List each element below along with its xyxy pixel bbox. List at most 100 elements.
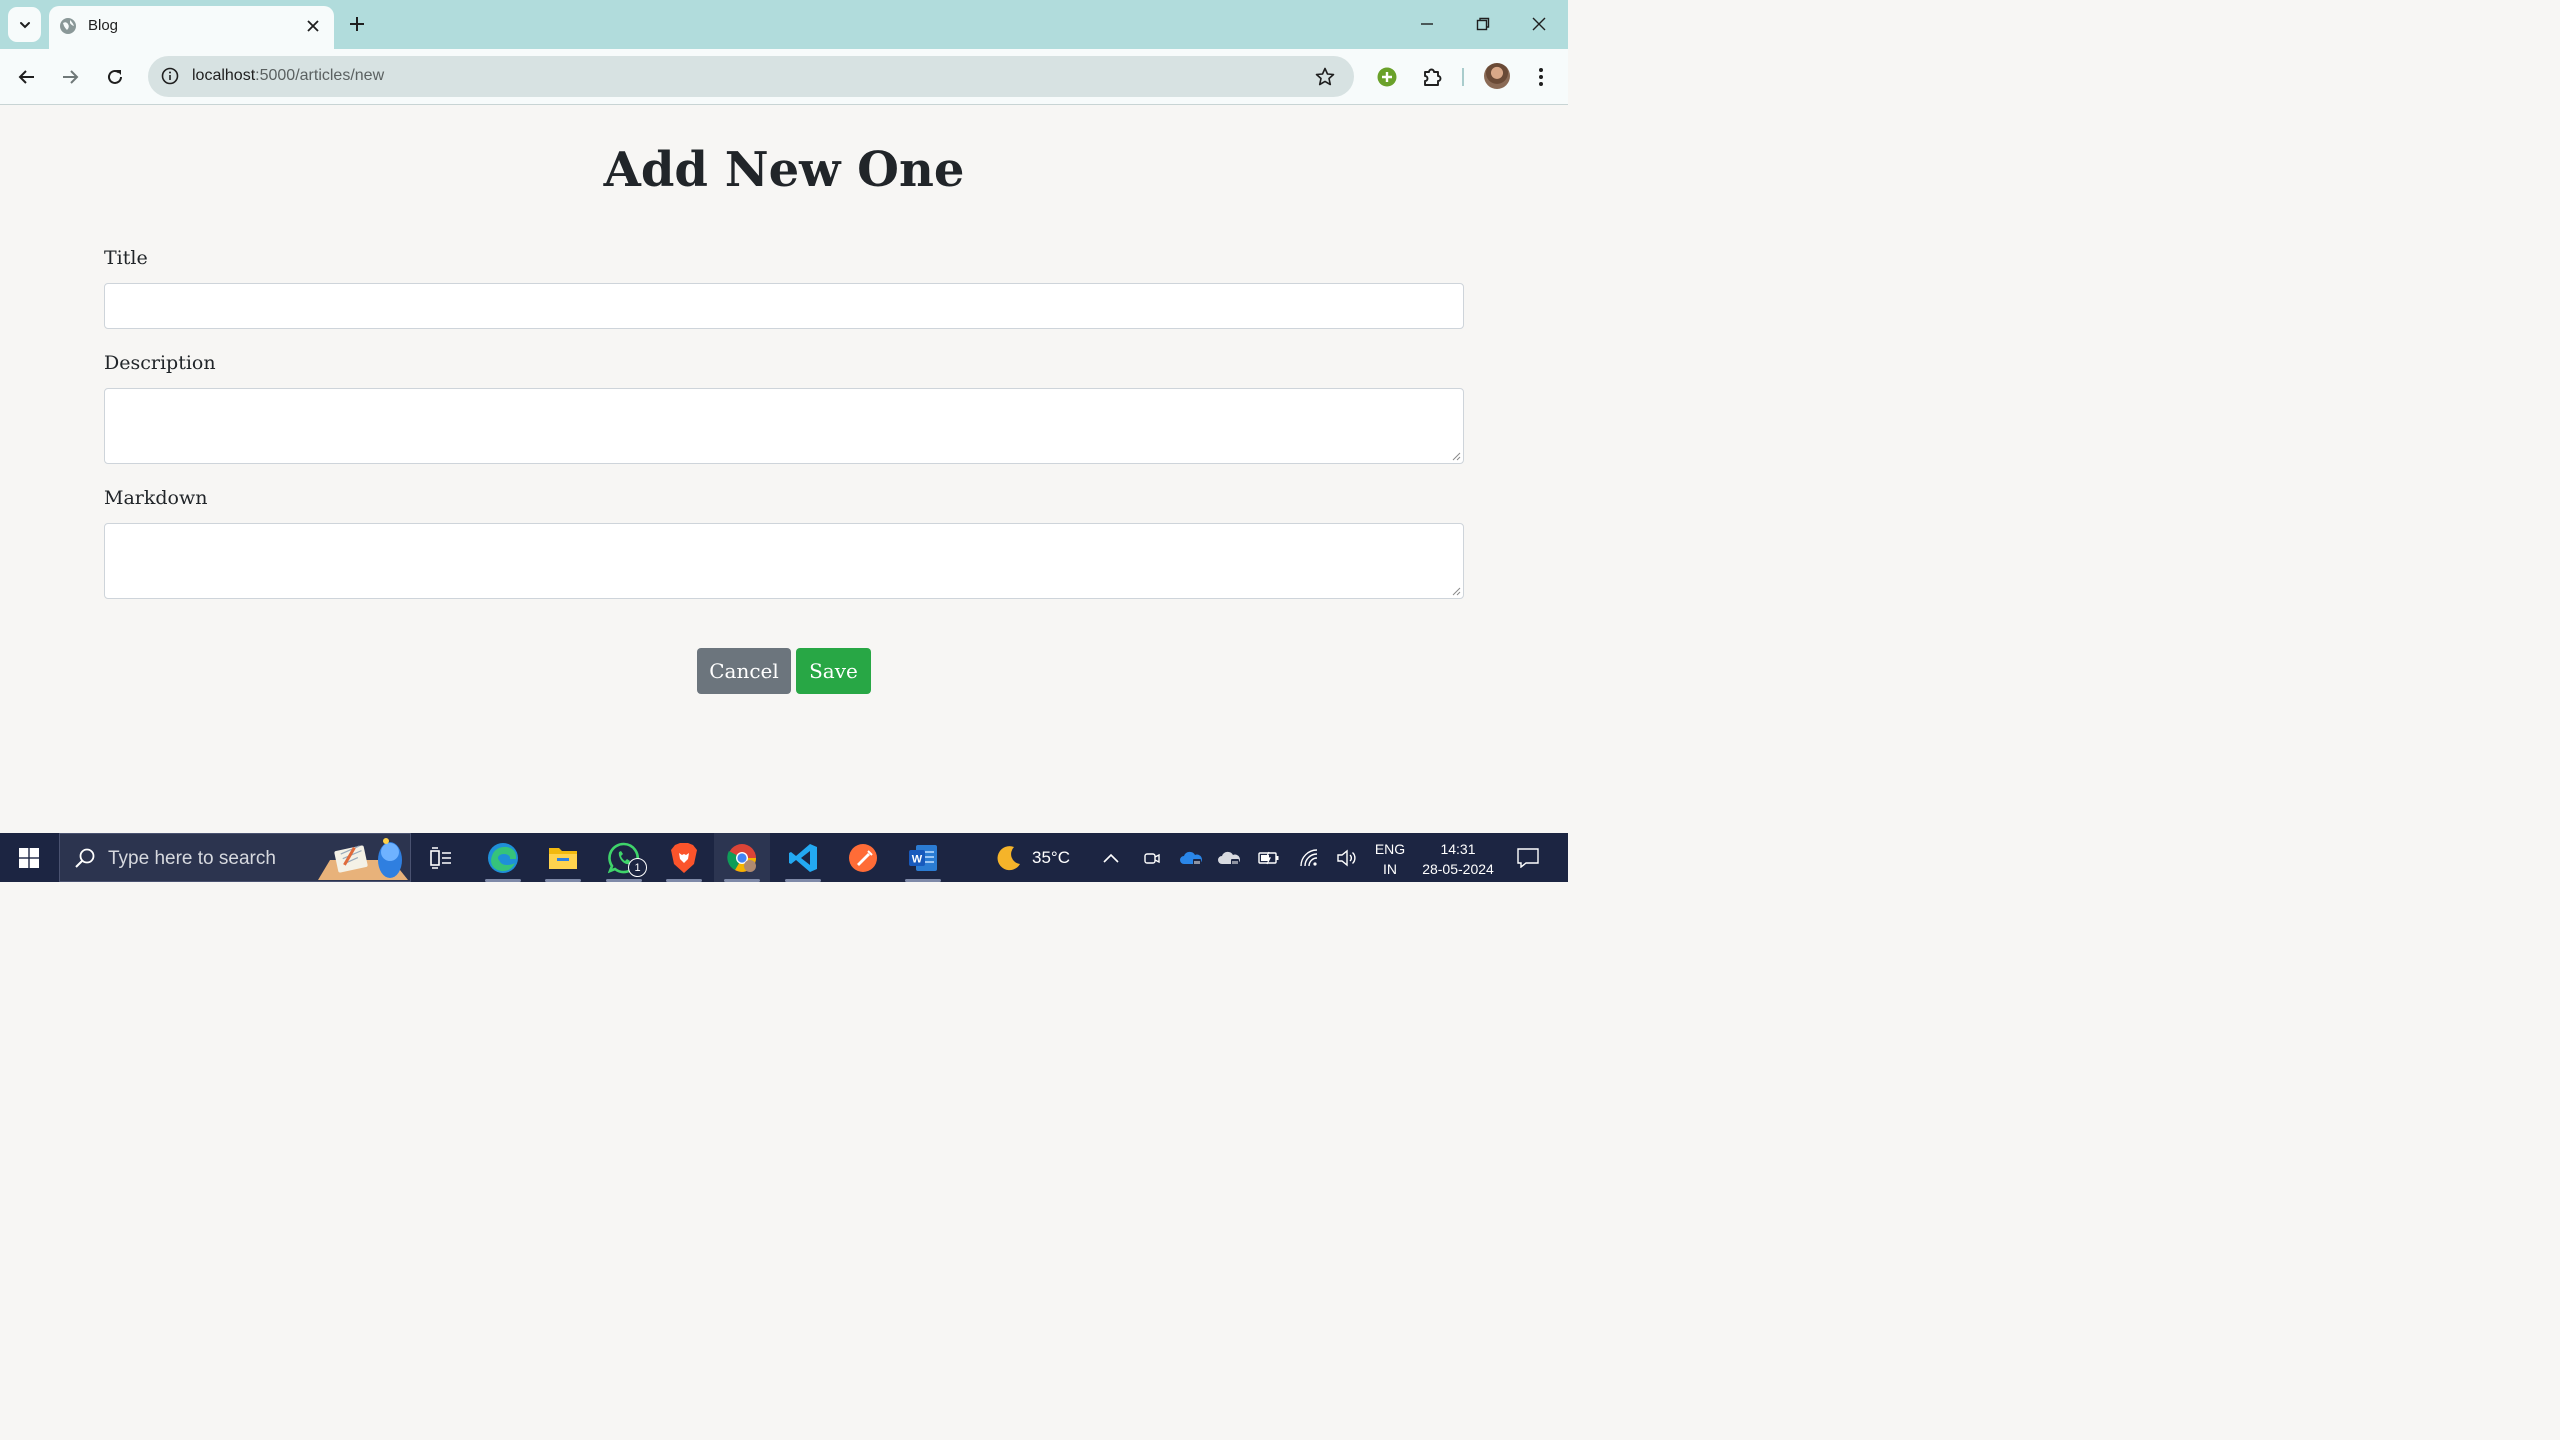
page-content: Add New One Title Description Markdown C…: [0, 106, 1568, 833]
onedrive-personal-tray-button[interactable]: [1216, 833, 1242, 882]
network-tray-button[interactable]: [1296, 833, 1322, 882]
resize-grip-icon[interactable]: [1451, 586, 1461, 596]
browser-toolbar: localhost:5000/articles/new: [0, 49, 1568, 105]
close-icon: [307, 20, 319, 32]
file-explorer-app-button[interactable]: [535, 833, 591, 882]
meet-now-tray-button[interactable]: [1140, 833, 1164, 882]
restore-button[interactable]: [1463, 6, 1503, 42]
title-input[interactable]: [104, 283, 1464, 329]
resize-grip-icon[interactable]: [1451, 451, 1461, 461]
speaker-icon: [1337, 849, 1356, 866]
title-field[interactable]: [105, 284, 1463, 328]
info-icon: [161, 67, 179, 85]
battery-charging-icon: [1258, 851, 1279, 864]
address-bar[interactable]: localhost:5000/articles/new: [148, 56, 1354, 97]
notifications-button[interactable]: [1512, 833, 1544, 882]
vscode-app-button[interactable]: [775, 833, 831, 882]
forward-arrow-icon: [63, 70, 79, 84]
folder-icon: [549, 847, 577, 869]
reload-icon: [108, 69, 122, 84]
tab-title: Blog: [88, 17, 119, 34]
onedrive-cloud-icon: [1180, 851, 1202, 866]
word-app-button[interactable]: W: [895, 833, 951, 882]
extensions-menu-button[interactable]: [1417, 62, 1447, 92]
edge-app-button[interactable]: [475, 833, 531, 882]
back-button[interactable]: [11, 61, 43, 93]
show-hidden-icons-button[interactable]: [1098, 833, 1124, 882]
tab-search-button[interactable]: [8, 7, 41, 42]
markdown-field[interactable]: [105, 524, 1463, 598]
task-view-button[interactable]: [413, 833, 469, 882]
extension-button[interactable]: [1372, 62, 1402, 92]
language-code: ENG: [1374, 841, 1406, 857]
whatsapp-notification-badge: 1: [628, 858, 647, 877]
system-clock[interactable]: 14:31 28-05-2024: [1416, 839, 1500, 879]
puzzle-icon: [1424, 68, 1442, 86]
svg-text:W: W: [912, 853, 923, 865]
plus-icon: [350, 17, 364, 31]
wifi-icon: [1300, 848, 1318, 866]
chevron-down-icon: [19, 21, 30, 28]
description-label: Description: [104, 352, 216, 374]
globe-icon: [60, 18, 76, 34]
volume-tray-button[interactable]: [1334, 833, 1360, 882]
profile-avatar[interactable]: [1484, 63, 1510, 89]
windows-logo-icon: [19, 847, 39, 868]
brave-app-button[interactable]: [656, 833, 712, 882]
task-view-icon: [430, 846, 451, 869]
weather-temperature[interactable]: 35°C: [1032, 848, 1070, 868]
back-arrow-icon: [18, 70, 34, 84]
url-text: localhost:5000/articles/new: [192, 67, 385, 84]
star-icon: [1315, 67, 1335, 86]
minimize-button[interactable]: [1407, 6, 1447, 42]
search-placeholder: Type here to search: [108, 848, 276, 869]
start-button[interactable]: [0, 833, 58, 882]
moon-icon: [997, 845, 1020, 870]
bookmark-button[interactable]: [1312, 64, 1338, 90]
windows-taskbar: Type here to search 1 W 35°C ENG IN 14:3…: [0, 833, 1568, 882]
markdown-textarea[interactable]: [104, 523, 1464, 599]
postman-icon: [849, 843, 877, 872]
plus-circle-icon: [1377, 67, 1397, 87]
chrome-icon: [727, 843, 756, 872]
notification-icon: [1517, 847, 1539, 868]
battery-tray-button[interactable]: [1256, 833, 1282, 882]
more-vertical-icon: [1539, 68, 1543, 86]
input-language-indicator[interactable]: ENG IN: [1374, 839, 1406, 879]
new-tab-button[interactable]: [344, 11, 370, 37]
minimize-icon: [1421, 23, 1433, 25]
browser-tab-strip: Blog: [0, 0, 1568, 49]
close-tab-button[interactable]: [302, 15, 324, 37]
search-icon: [75, 848, 95, 868]
vscode-icon: [789, 843, 817, 872]
toolbar-divider: [1462, 68, 1464, 86]
clock-time: 14:31: [1440, 841, 1476, 857]
cancel-button[interactable]: Cancel: [697, 648, 791, 694]
weather-widget[interactable]: [990, 833, 1026, 882]
chrome-app-button[interactable]: [714, 833, 770, 882]
clock-date: 28-05-2024: [1422, 861, 1494, 877]
reload-button[interactable]: [99, 61, 131, 93]
cloud-icon: [1218, 851, 1240, 866]
search-highlight-illustration: [318, 838, 408, 880]
edge-icon: [488, 842, 518, 873]
browser-menu-button[interactable]: [1526, 62, 1556, 92]
save-button[interactable]: Save: [796, 648, 871, 694]
site-info-button[interactable]: [157, 63, 183, 89]
camera-icon: [1144, 852, 1160, 864]
onedrive-tray-button[interactable]: [1178, 833, 1204, 882]
postman-app-button[interactable]: [835, 833, 891, 882]
language-region: IN: [1383, 861, 1397, 877]
markdown-label: Markdown: [104, 487, 208, 509]
forward-button[interactable]: [54, 61, 86, 93]
chevron-up-icon: [1103, 853, 1119, 863]
word-icon: W: [909, 844, 937, 871]
taskbar-search-box[interactable]: Type here to search: [59, 833, 411, 882]
brave-lion-icon: [671, 842, 697, 873]
description-field[interactable]: [105, 389, 1463, 463]
page-title: Add New One: [603, 142, 965, 198]
close-window-button[interactable]: [1519, 6, 1559, 42]
browser-tab-active[interactable]: Blog: [49, 6, 334, 49]
close-icon: [1532, 17, 1546, 31]
description-textarea[interactable]: [104, 388, 1464, 464]
